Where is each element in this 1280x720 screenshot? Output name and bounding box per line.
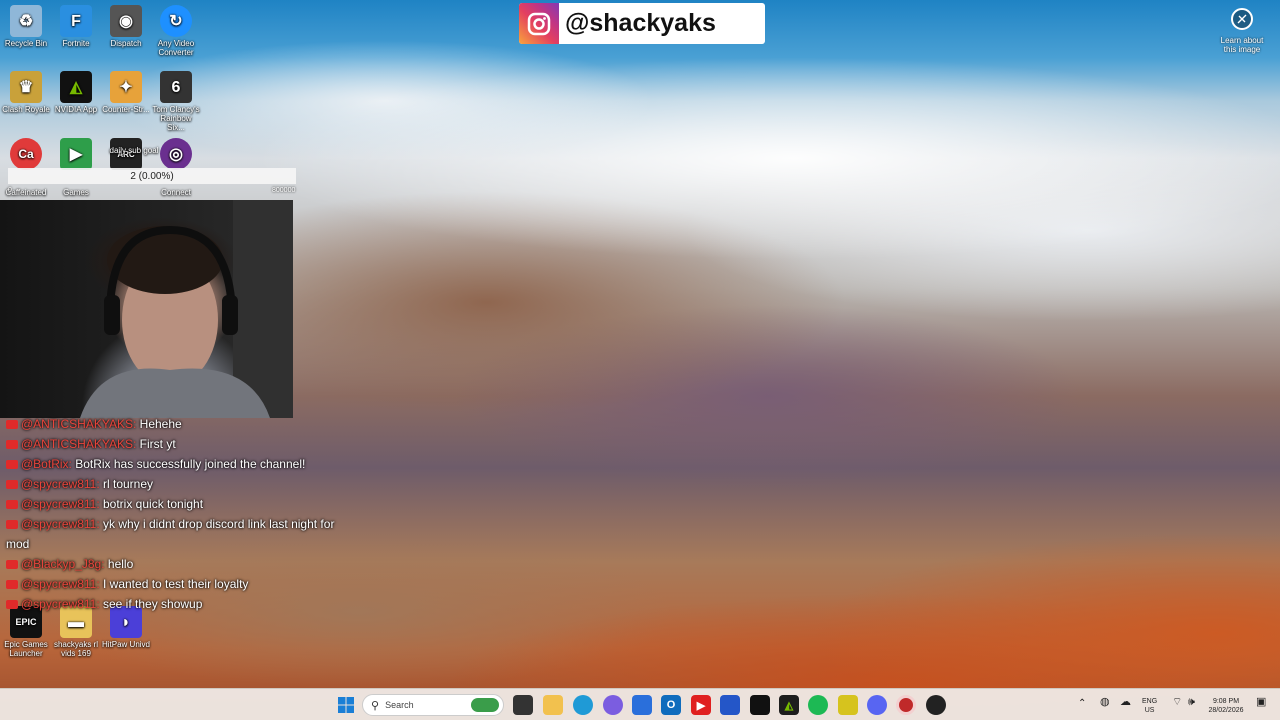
clash-royale-icon: ♛ xyxy=(10,71,42,103)
desktop-icon-label: Recycle Bin xyxy=(4,39,48,48)
youtube-badge-icon xyxy=(6,460,18,470)
chat-message: @Blackyp_J8g: hello xyxy=(6,554,366,574)
task-view-icon[interactable] xyxy=(513,695,533,715)
connect-icon: ◎ xyxy=(160,138,192,170)
nvidia-icon: ◭ xyxy=(60,71,92,103)
learn-about-label: Learn about this image xyxy=(1220,36,1264,54)
copilot-icon[interactable] xyxy=(603,695,623,715)
language-indicator[interactable]: ENG US xyxy=(1142,697,1157,715)
obs-icon[interactable] xyxy=(896,695,916,715)
network-icon[interactable]: ◍ xyxy=(1100,697,1110,708)
search-highlight-icon xyxy=(471,698,499,712)
desktop-icon-clash-royale[interactable]: ♛ Clash Royale xyxy=(1,71,51,114)
sub-goal-end: 800000 xyxy=(272,187,296,194)
clock-time: 9:08 PM xyxy=(1212,698,1240,705)
desktop-icon-label: Tom Clancy's Rainbow Six... xyxy=(152,105,200,132)
store-icon[interactable] xyxy=(632,695,652,715)
recycle-bin-icon: ♻ xyxy=(10,5,42,37)
clock-date: 28/02/2026 xyxy=(1208,707,1244,714)
caffeinated-icon: Ca xyxy=(10,138,42,170)
capcut-icon[interactable] xyxy=(750,695,770,715)
chat-message: @ANTICSHAKYAKS: First yt xyxy=(6,434,366,454)
chat-message: @spycrew811: botrix quick tonight xyxy=(6,494,366,514)
youtube-badge-icon xyxy=(6,420,18,430)
onedrive-icon[interactable]: ☁ xyxy=(1120,697,1131,708)
webcam-feed xyxy=(0,200,293,418)
desktop-icon-recycle-bin[interactable]: ♻ Recycle Bin xyxy=(1,5,51,48)
chat-message: @spycrew811: see if they showup xyxy=(6,594,366,614)
games-icon: ▶ xyxy=(60,138,92,170)
desktop-icon-label: Clash Royale xyxy=(2,105,50,114)
desktop-icon-label: Dispatch xyxy=(110,39,142,48)
search-icon: ⚲ xyxy=(371,699,380,712)
nvidia-taskbar-icon[interactable]: ◭ xyxy=(779,695,799,715)
instagram-banner: @shackyaks xyxy=(519,3,765,44)
sub-goal-bar: 2 (0.00%) xyxy=(8,168,296,184)
search-placeholder: Search xyxy=(385,700,414,710)
desktop-icon-label: NVIDIA App xyxy=(54,105,98,114)
camera-icon xyxy=(1231,8,1253,30)
rainbow-six-icon: 6 xyxy=(160,71,192,103)
counter-strike-icon: ✦ xyxy=(110,71,142,103)
language-code: ENG xyxy=(1142,698,1158,705)
desktop-icon-label: Fortnite xyxy=(62,39,90,48)
obs-studio-icon[interactable] xyxy=(926,695,946,715)
sub-goal-text: 2 (0.00%) xyxy=(130,170,174,182)
discord-icon[interactable] xyxy=(867,695,887,715)
instagram-handle: @shackyaks xyxy=(565,9,716,37)
dispatch-icon: ◉ xyxy=(110,5,142,37)
desktop-icon-label: Counter-Str... xyxy=(102,105,150,114)
desktop-icon-label: HitPaw Univd xyxy=(101,640,150,649)
chat-message: @spycrew811: yk why i didnt drop discord… xyxy=(6,517,335,551)
instagram-icon xyxy=(519,3,559,44)
game-icon[interactable] xyxy=(838,695,858,715)
desktop-icon-label: shackyaks rl vids 169 xyxy=(53,640,98,658)
desktop-icon-any-video-converter[interactable]: ↻ Any Video Converter xyxy=(151,5,201,57)
desktop-icon-nvidia-app[interactable]: ◭ NVIDIA App xyxy=(51,71,101,114)
spotify-icon[interactable] xyxy=(808,695,828,715)
edge-icon[interactable] xyxy=(573,695,593,715)
file-explorer-icon[interactable] xyxy=(543,695,563,715)
region-code: US xyxy=(1144,707,1155,714)
youtube-badge-icon xyxy=(6,600,18,610)
streamer-headphones-icon xyxy=(80,225,270,418)
app-icon[interactable] xyxy=(720,695,740,715)
desktop-icon-rainbow-six[interactable]: 6 Tom Clancy's Rainbow Six... xyxy=(151,71,201,132)
video-converter-icon: ↻ xyxy=(160,5,192,37)
youtube-badge-icon xyxy=(6,500,18,510)
taskbar: ⚲ Search O ▶ ◭ ⌃ ◍ ☁ ENG US ⌔ 🕪 9:08 PM … xyxy=(0,688,1280,720)
chat-message: @spycrew811: I wanted to test their loya… xyxy=(6,574,366,594)
chat-message: @spycrew811: rl tourney xyxy=(6,474,366,494)
youtube-badge-icon xyxy=(6,560,18,570)
learn-about-image[interactable]: Learn about this image xyxy=(1214,8,1270,54)
wifi-icon[interactable]: ⌔ xyxy=(1172,697,1182,708)
youtube-icon[interactable]: ▶ xyxy=(691,695,711,715)
youtube-badge-icon xyxy=(6,580,18,590)
chat-overlay: @ANTICSHAKYAKS: Hehehe @ANTICSHAKYAKS: F… xyxy=(6,414,366,614)
youtube-badge-icon xyxy=(6,520,18,530)
clock[interactable]: 9:08 PM 28/02/2026 xyxy=(1206,697,1246,715)
volume-icon[interactable]: 🕪 xyxy=(1188,697,1195,708)
desktop-icon-dispatch[interactable]: ◉ Dispatch xyxy=(101,5,151,48)
tray-chevron-icon[interactable]: ⌃ xyxy=(1078,699,1086,709)
sub-goal-start: 0 xyxy=(8,187,12,194)
desktop-icon-fortnite[interactable]: F Fortnite xyxy=(51,5,101,48)
youtube-badge-icon xyxy=(6,440,18,450)
notification-icon[interactable]: ▣ xyxy=(1256,697,1266,708)
desktop-icon-counter-strike[interactable]: ✦ Counter-Str... xyxy=(101,71,151,114)
chat-message: @ANTICSHAKYAKS: Hehehe xyxy=(6,414,366,434)
windows-start-icon[interactable] xyxy=(336,695,356,715)
desktop-icon-label: Games xyxy=(63,188,89,197)
chat-message: @BotRix: BotRix has successfully joined … xyxy=(6,454,366,474)
desktop-icon-label: Epic Games Launcher xyxy=(4,640,48,658)
taskbar-search[interactable]: ⚲ Search xyxy=(362,694,504,716)
youtube-badge-icon xyxy=(6,480,18,490)
outlook-icon[interactable]: O xyxy=(661,695,681,715)
desktop-icon-label: Any Video Converter xyxy=(157,39,195,57)
desktop-icon-label: Connect xyxy=(161,188,191,197)
fortnite-icon: F xyxy=(60,5,92,37)
